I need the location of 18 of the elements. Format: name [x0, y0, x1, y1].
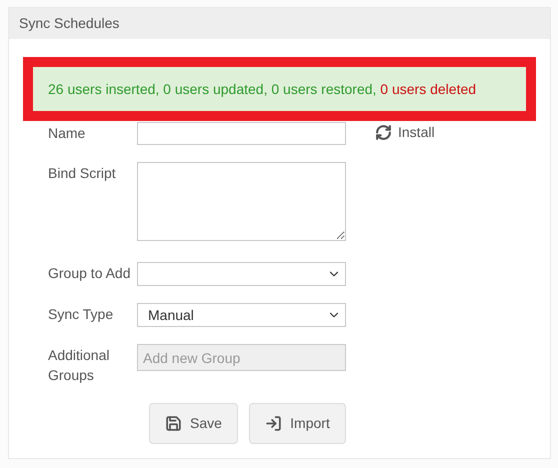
panel-title: Sync Schedules	[19, 14, 120, 33]
sign-in-icon	[265, 415, 282, 432]
select-value: Manual	[148, 306, 194, 324]
field-label: Bind Script	[48, 164, 117, 183]
alert-message: 26 users inserted, 0 users updated, 0 users restored, 0 users deleted	[48, 80, 476, 99]
name-field[interactable]	[137, 122, 346, 145]
select-field[interactable]	[137, 262, 346, 286]
field-label: Sync Type	[48, 305, 114, 324]
floppy-icon	[165, 415, 182, 432]
save-button[interactable]: Save	[149, 403, 238, 444]
field-label: Additional Groups	[48, 346, 110, 385]
field-label: Name	[48, 124, 86, 143]
refresh-icon	[375, 124, 392, 141]
field-label: Group to Add	[48, 264, 132, 283]
import-button[interactable]: Import	[249, 403, 346, 444]
install-button[interactable]: Install	[375, 122, 435, 143]
select-field[interactable]: Manual	[137, 303, 346, 327]
script-field[interactable]	[137, 162, 346, 241]
